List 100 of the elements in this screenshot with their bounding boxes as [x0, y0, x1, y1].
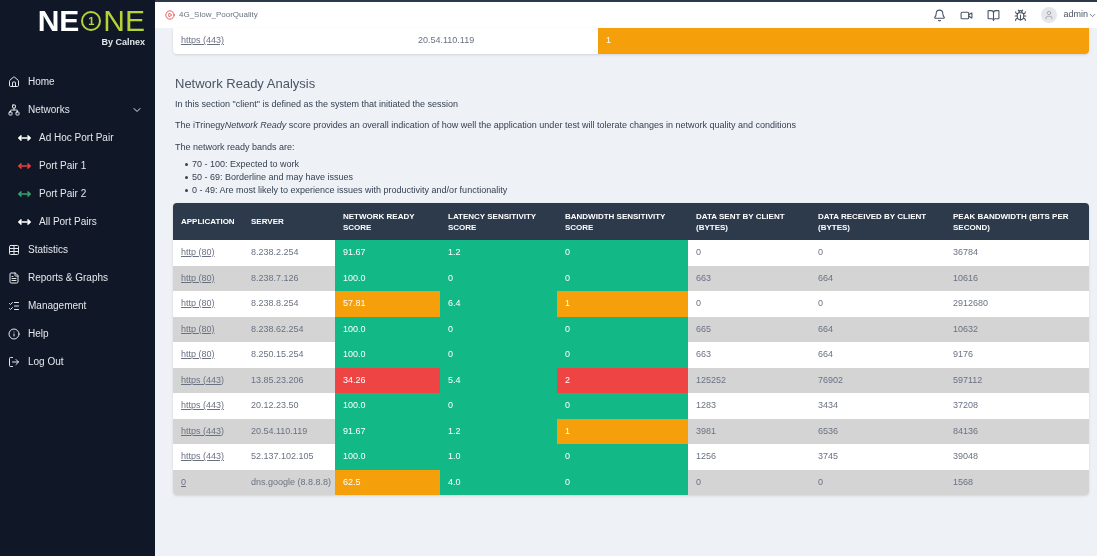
table-cell-text: 597112 — [952, 373, 984, 387]
table-cell-text: 0 — [817, 246, 824, 259]
link[interactable]: http (80) — [181, 322, 215, 336]
nav-item[interactable]: Reports & Graphs — [0, 263, 155, 292]
logo-text: NE — [103, 6, 145, 36]
nav-item[interactable]: Port Pair 1 — [0, 151, 155, 180]
nav-item[interactable]: Networks — [0, 95, 155, 124]
table-cell-text: 8.250.15.254 — [250, 348, 305, 361]
table-cell: 0 — [557, 469, 688, 495]
table-cell-text: 664 — [817, 271, 835, 285]
table-cell-text: 665 — [695, 322, 713, 336]
table-cell-text: 3745 — [817, 450, 840, 463]
table-cell: 100.0 — [335, 444, 440, 470]
table-cell: 0 — [440, 265, 557, 291]
logo-badge: 1 — [81, 11, 102, 31]
band-item: 0 - 49: Are most likely to experience issues with productivity and/or functionality — [185, 184, 1089, 197]
table-cell: 0 — [557, 342, 688, 368]
band-item: 70 - 100: Expected to work — [185, 158, 1089, 171]
bug-icon[interactable] — [1014, 8, 1028, 22]
table-cell: 0 — [440, 316, 557, 342]
table-cell: 0 — [557, 240, 688, 266]
table-cell-text: 84136 — [952, 424, 980, 438]
column-header: SERVER — [250, 216, 285, 228]
user-icon — [1044, 10, 1055, 20]
section-title: Network Ready Analysis — [175, 75, 317, 93]
logo-tagline: By Calnex — [101, 36, 145, 49]
table-cell-text: 20.54.110.119 — [250, 424, 309, 438]
table-cell-text: 664 — [817, 348, 835, 361]
nav-item[interactable]: Statistics — [0, 235, 155, 264]
table-cell-text: 76902 — [817, 373, 845, 387]
table-cell: 100.0 — [335, 265, 440, 291]
link[interactable]: https (443) — [181, 373, 225, 387]
table-cell: 91.67 — [335, 240, 440, 266]
column-header: NETWORK READY SCORE — [342, 210, 416, 234]
column-header: BANDWIDTH SENSITIVITY SCORE — [564, 210, 667, 234]
nav-item[interactable]: Ad Hoc Port Pair — [0, 123, 155, 152]
table-icon — [8, 243, 20, 256]
table-cell: 62.5 — [335, 469, 440, 495]
table-cell: 0 — [440, 393, 557, 419]
link[interactable]: https (443) — [181, 399, 225, 413]
intro-text: In this section "client" is defined as the system that initiated the session — [175, 97, 460, 111]
table-cell: 57.81 — [335, 291, 440, 317]
table-cell-text: 1283 — [695, 399, 718, 412]
bell-icon[interactable] — [933, 8, 947, 22]
table-cell-text: 125252 — [695, 373, 728, 387]
document-icon — [8, 271, 20, 284]
table-cell-text: 10632 — [952, 322, 980, 336]
table-cell-text: 6536 — [817, 424, 840, 438]
nav-item[interactable]: All Port Pairs — [0, 207, 155, 236]
table-cell-text: 8.238.62.254 — [250, 322, 305, 336]
home-icon — [8, 75, 20, 88]
description-text: The iTrinegyNetwork Ready score provides an overall indication of how well the application under test will tolerate changes in network quality and conditions — [175, 119, 797, 132]
table-cell-text: 0 — [695, 297, 702, 310]
table-cell-text: 0 — [695, 246, 702, 259]
table-cell: 1 — [557, 291, 688, 317]
band-item: 50 - 69: Borderline and may have issues — [185, 171, 1089, 184]
table-cell-text: 9176 — [952, 348, 975, 361]
table-cell: 0 — [557, 393, 688, 419]
table-cell-text: 8.238.7.126 — [250, 271, 300, 285]
table-cell-text: 39048 — [952, 450, 980, 463]
nav-item[interactable]: Home — [0, 67, 155, 96]
table-cell-text: 1568 — [952, 475, 975, 489]
table-cell-text: 3981 — [695, 424, 718, 438]
link[interactable]: http (80) — [181, 348, 215, 362]
column-header: DATA RECEIVED BY CLIENT (BYTES) — [817, 210, 928, 234]
table-cell-text: 37208 — [952, 399, 980, 412]
link[interactable]: http (80) — [181, 271, 215, 285]
table-cell-text: 0 — [695, 475, 702, 489]
info-icon — [8, 327, 20, 340]
table-cell: 91.67 — [335, 418, 440, 444]
table-cell-text: 664 — [817, 322, 835, 336]
play-icon — [165, 10, 175, 20]
book-icon[interactable] — [987, 8, 1001, 22]
table-cell-text: 13.85.23.206 — [250, 373, 305, 387]
nav-item[interactable]: Management — [0, 291, 155, 320]
column-header: APPLICATION — [180, 216, 236, 228]
table-cell: 100.0 — [335, 316, 440, 342]
user-menu[interactable]: admin — [1063, 8, 1097, 22]
table-cell-text: 20.54.110.119 — [417, 34, 476, 48]
table-cell: 0 — [557, 265, 688, 291]
link[interactable]: https (443) — [181, 424, 225, 438]
table-cell-text: 36784 — [952, 246, 980, 259]
column-header: LATENCY SENSITIVITY SCORE — [447, 210, 537, 234]
table-cell-text: 0 — [817, 297, 824, 310]
link[interactable]: https (443) — [181, 34, 225, 48]
link[interactable]: http (80) — [181, 297, 215, 311]
logout-icon — [8, 355, 20, 368]
table-cell: 4.0 — [440, 469, 557, 495]
nav-item[interactable]: Port Pair 2 — [0, 179, 155, 208]
nav-item[interactable]: Log Out — [0, 347, 155, 376]
link[interactable]: 0 — [181, 475, 186, 489]
bands-title: The network ready bands are: — [175, 140, 296, 154]
logo-text: NE — [37, 6, 80, 36]
table-cell: 0 — [557, 444, 688, 470]
column-header: DATA SENT BY CLIENT (BYTES) — [695, 210, 786, 234]
table-cell-text: 663 — [695, 348, 713, 361]
link[interactable]: http (80) — [181, 246, 215, 260]
nav-item[interactable]: Help — [0, 319, 155, 348]
link[interactable]: https (443) — [181, 450, 225, 464]
table-cell-text: 1256 — [695, 450, 718, 463]
